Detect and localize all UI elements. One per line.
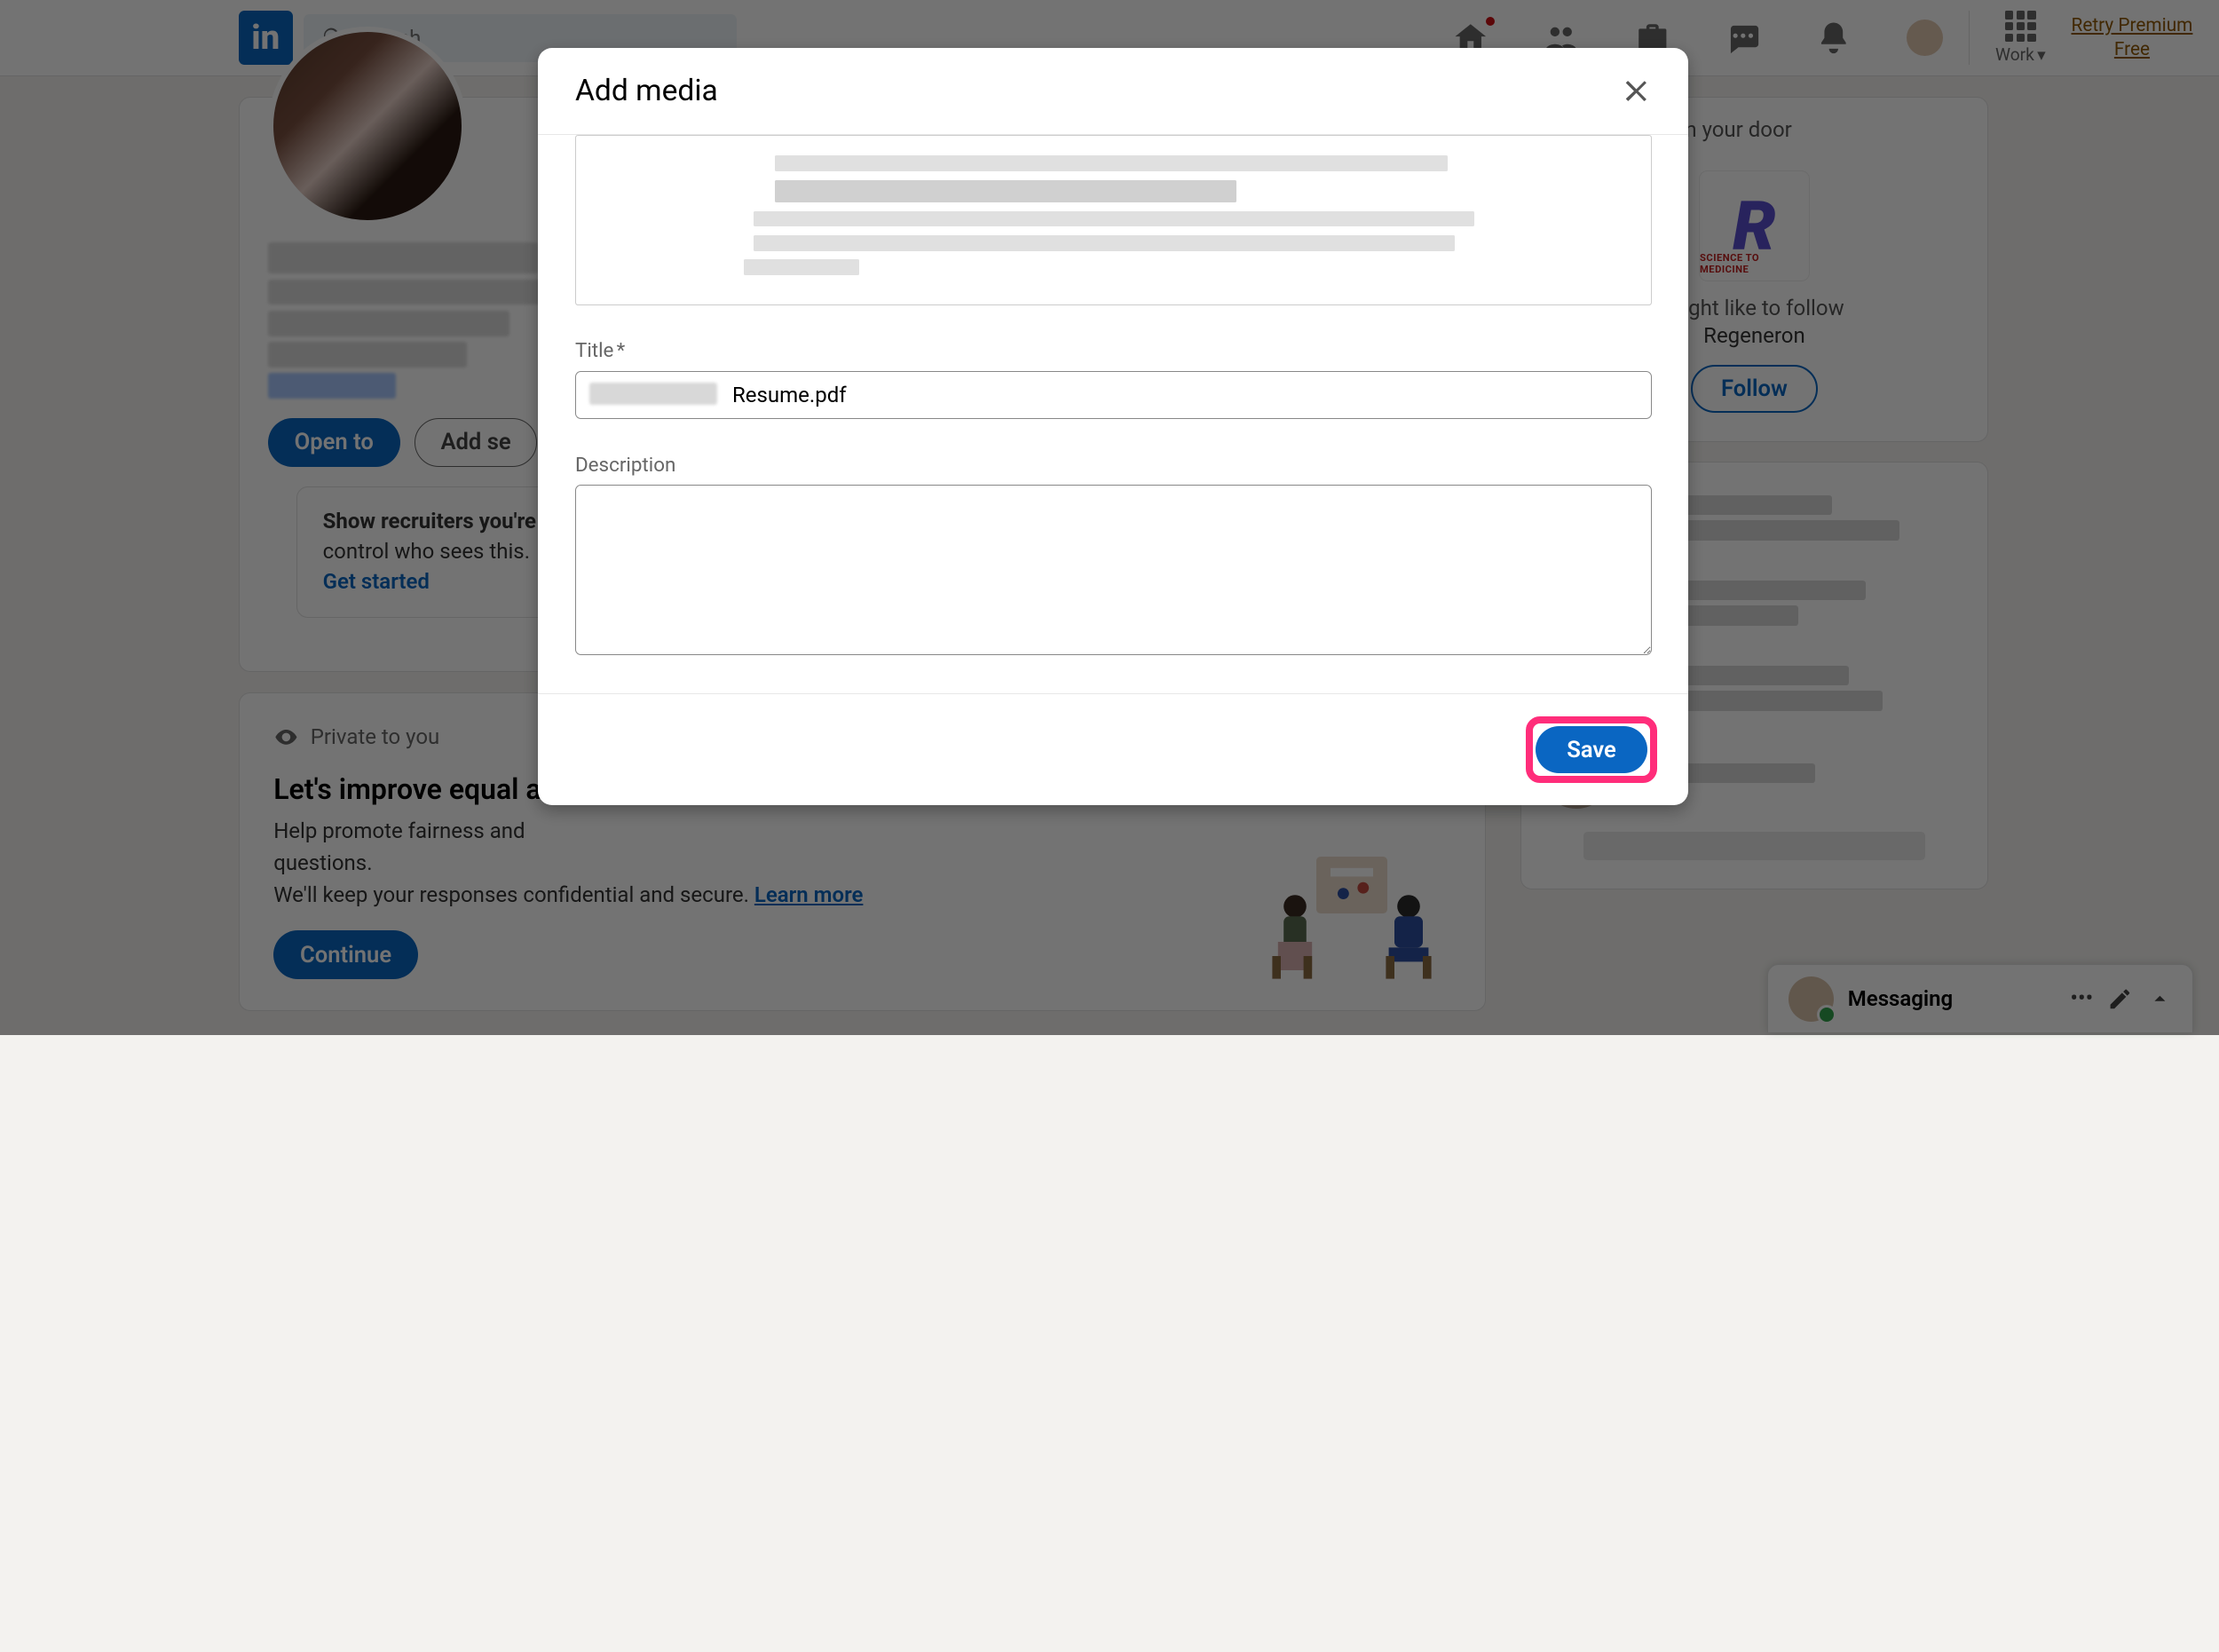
save-button[interactable]: Save [1536,726,1647,772]
description-textarea[interactable] [575,485,1652,655]
description-label: Description [575,454,1652,477]
add-media-modal: Add media Title* Description Save [538,48,1688,805]
save-highlight: Save [1526,716,1657,783]
media-preview [575,135,1652,305]
title-input[interactable] [575,371,1652,419]
close-icon[interactable] [1621,75,1652,107]
title-label: Title* [575,339,1652,362]
modal-title: Add media [575,74,718,108]
